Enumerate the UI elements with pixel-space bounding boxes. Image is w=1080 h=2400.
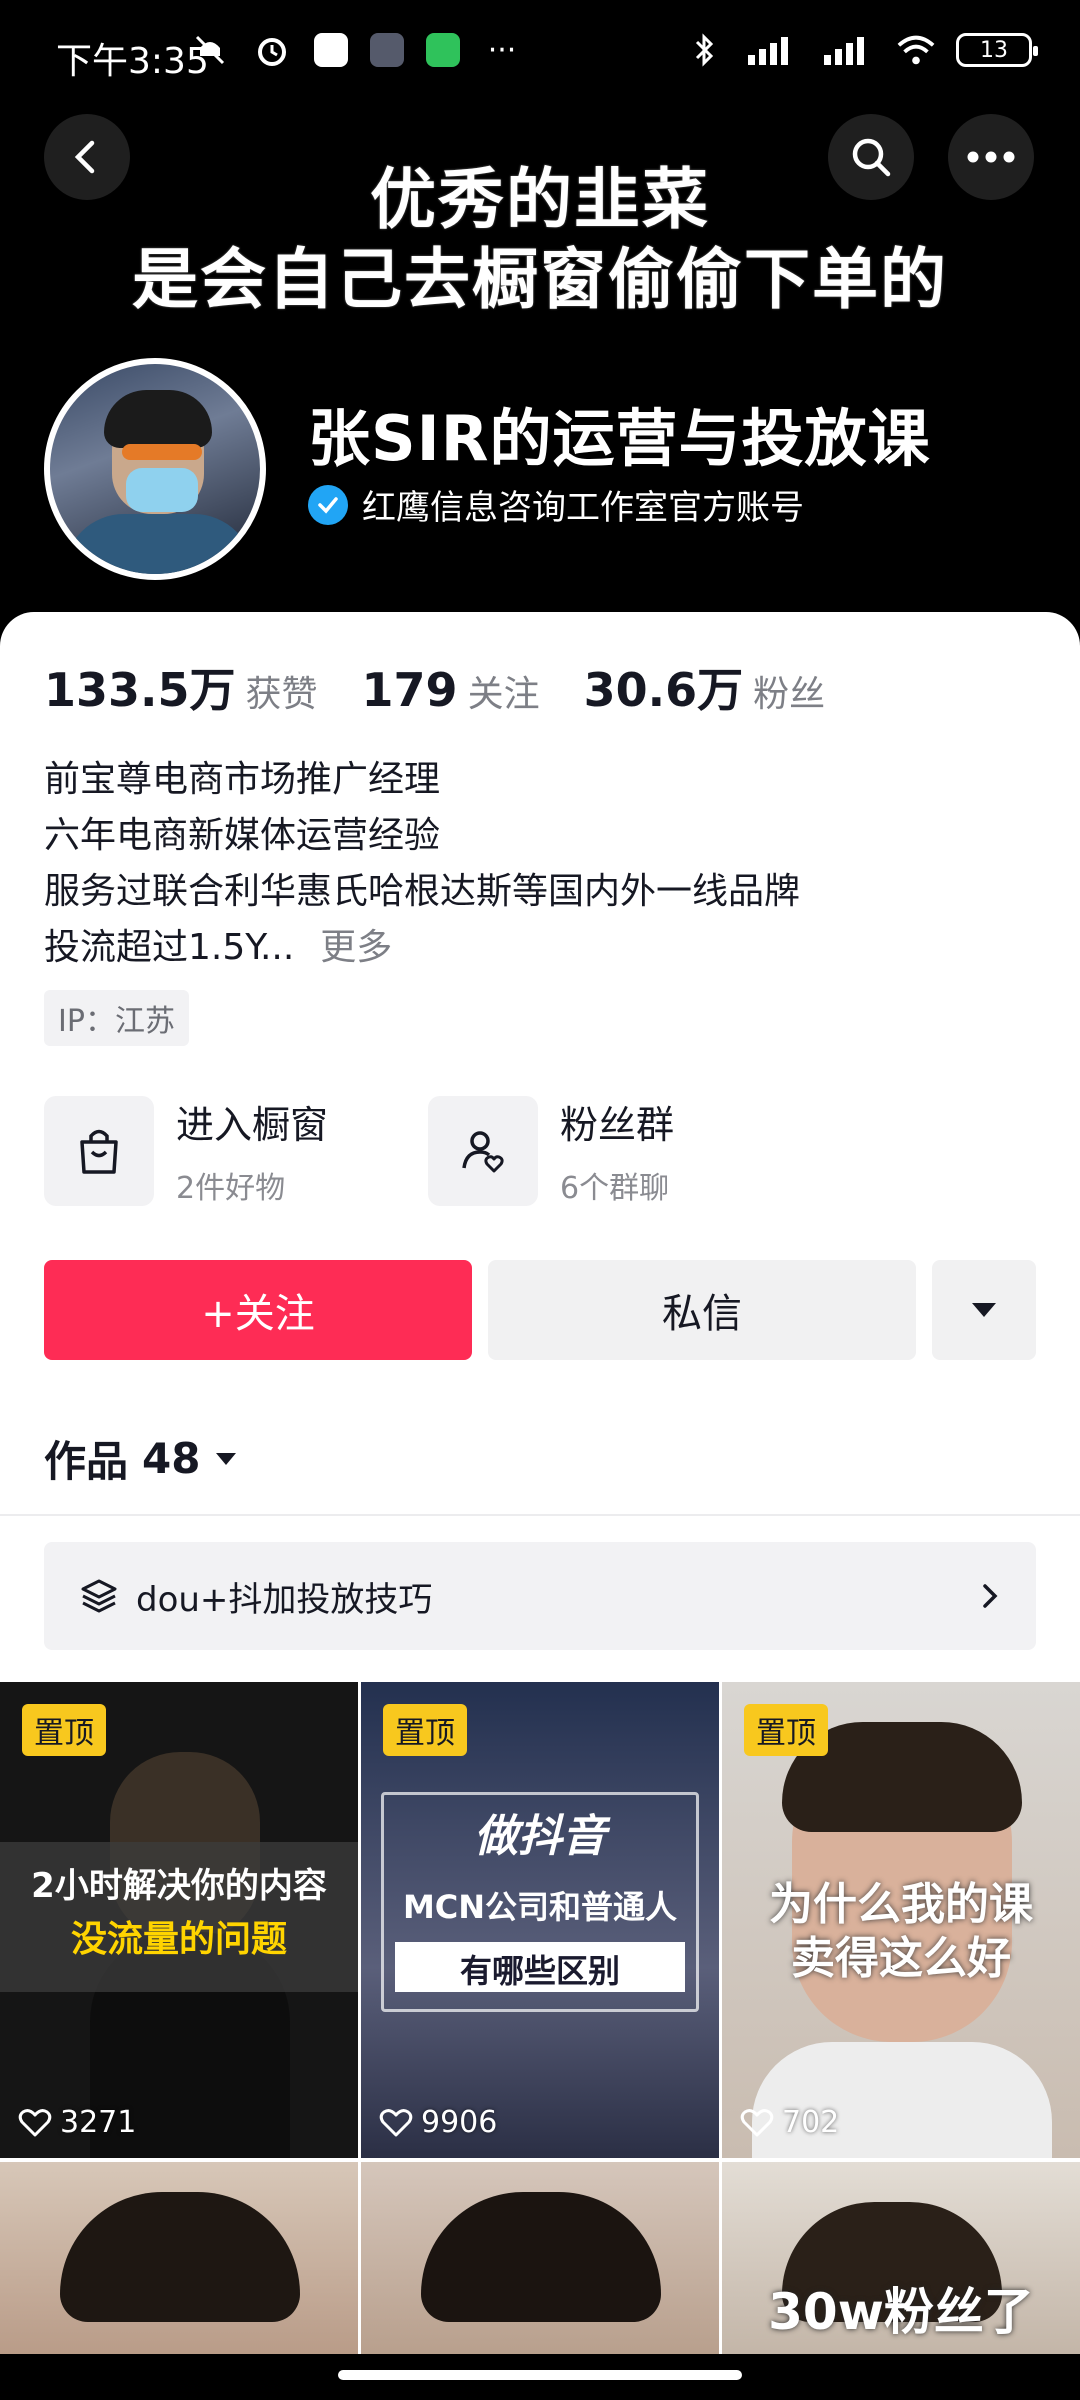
shop-window-title: 进入橱窗 xyxy=(176,1103,329,1147)
fan-group-title: 粉丝群 xyxy=(560,1103,675,1147)
collection-label: dou+抖加投放技巧 xyxy=(136,1579,433,1620)
fan-group-icon xyxy=(428,1095,538,1206)
alarm-icon xyxy=(252,30,292,70)
more-notifications-icon: ··· xyxy=(487,32,517,68)
video-caption: MCN公司和普通人 xyxy=(402,1888,678,1926)
profile-name: 张SIR的运营与投放课 xyxy=(308,402,931,475)
video-caption: 没流量的问题 xyxy=(70,1919,287,1960)
pinned-badge: 置顶 xyxy=(22,1704,106,1756)
video-tile[interactable] xyxy=(0,2162,358,2362)
wifi-icon xyxy=(896,30,936,70)
heart-icon xyxy=(379,2108,413,2136)
mute-icon xyxy=(190,30,230,70)
status-bar: 下午3:35 ··· 13 xyxy=(0,0,1080,110)
video-tile[interactable]: 做抖音 MCN公司和普通人 有哪些区别 置顶 9906 xyxy=(361,1682,719,2158)
video-caption: 2小时解决你的内容 xyxy=(31,1866,327,1906)
heart-icon xyxy=(18,2108,52,2136)
bio-last-line: 投流超过1.5Y... xyxy=(44,927,295,968)
battery-icon: 13 xyxy=(956,33,1038,67)
followers-label[interactable]: 粉丝 xyxy=(753,665,825,717)
likes-count[interactable]: 133.5万 xyxy=(44,654,236,720)
fan-group-entry[interactable]: 粉丝群 6个群聊 xyxy=(428,1094,674,1207)
video-tile[interactable]: 30w粉丝了 xyxy=(722,2162,1080,2362)
notification-icons: ··· xyxy=(190,30,522,70)
cover-line-1: 优秀的韭菜 xyxy=(370,161,710,238)
works-count: 48 xyxy=(142,1434,201,1483)
ip-location-tag: IP：江苏 xyxy=(44,990,189,1046)
home-indicator[interactable] xyxy=(338,2370,742,2380)
profile-banner: 优秀的韭菜 是会自己去橱窗偷偷下单的 张SIR的运营与投放课 红鹰信息咨询工作室… xyxy=(0,110,1080,620)
bluetooth-icon xyxy=(684,30,724,70)
pinned-badge: 置顶 xyxy=(383,1704,467,1756)
verified-check-icon xyxy=(308,484,348,525)
video-tile[interactable] xyxy=(361,2162,719,2362)
app-notification-icon xyxy=(370,33,404,67)
like-count-text: 9906 xyxy=(421,2105,498,2140)
status-time: 下午3:35 xyxy=(56,41,209,82)
bio: 前宝尊电商市场推广经理 六年电商新媒体运营经验 服务过联合利华惠氏哈根达斯等国内… xyxy=(44,752,800,976)
shop-window-entry[interactable]: 进入橱窗 2件好物 xyxy=(44,1094,328,1207)
like-count: 3271 xyxy=(18,2105,136,2140)
app-notification-icon xyxy=(314,33,348,67)
follow-button[interactable]: +关注 xyxy=(44,1260,472,1360)
video-caption: 卖得这么好 xyxy=(791,1933,1011,1984)
works-label: 作品 xyxy=(44,1437,129,1486)
caret-down-icon xyxy=(216,1452,237,1465)
message-button[interactable]: 私信 xyxy=(488,1260,916,1360)
shop-window-subtitle: 2件好物 xyxy=(176,1171,286,1206)
signal-icon xyxy=(744,30,800,70)
followers-count[interactable]: 30.6万 xyxy=(584,654,744,720)
wechat-icon xyxy=(426,33,460,67)
video-tile[interactable]: 2小时解决你的内容 没流量的问题 置顶 3271 xyxy=(0,1682,358,2158)
bio-more-link[interactable]: 更多 xyxy=(320,927,392,968)
caret-down-icon xyxy=(972,1303,996,1317)
collection-entry[interactable]: dou+抖加投放技巧 xyxy=(44,1542,1036,1650)
following-count[interactable]: 179 xyxy=(362,663,458,717)
profile-content: 133.5万 获赞 179 关注 30.6万 粉丝 前宝尊电商市场推广经理 六年… xyxy=(0,612,1080,2400)
profile-cover-text: 优秀的韭菜 是会自己去橱窗偷偷下单的 xyxy=(0,160,1080,320)
shopping-bag-icon xyxy=(44,1095,154,1206)
likes-label[interactable]: 获赞 xyxy=(246,665,318,717)
heart-icon xyxy=(740,2108,774,2136)
video-caption: 做抖音 xyxy=(474,1811,606,1862)
following-label[interactable]: 关注 xyxy=(468,665,540,717)
avatar[interactable] xyxy=(44,358,266,580)
layers-icon xyxy=(81,1579,117,1613)
verified-text: 红鹰信息咨询工作室官方账号 xyxy=(362,488,804,528)
video-caption: 有哪些区别 xyxy=(459,1952,620,1990)
more-actions-button[interactable] xyxy=(932,1260,1036,1360)
bio-line: 投流超过1.5Y... 更多 xyxy=(44,920,800,976)
like-count: 702 xyxy=(740,2105,839,2140)
signal-icon xyxy=(820,30,876,70)
fan-group-subtitle: 6个群聊 xyxy=(560,1171,670,1206)
verified-label: 红鹰信息咨询工作室官方账号 xyxy=(308,480,804,529)
bio-line: 六年电商新媒体运营经验 xyxy=(44,815,441,856)
like-count: 9906 xyxy=(379,2105,497,2140)
like-count-text: 3271 xyxy=(60,2105,137,2140)
bio-line: 服务过联合利华惠氏哈根达斯等国内外一线品牌 xyxy=(44,871,801,912)
divider xyxy=(0,1514,1080,1516)
tab-works[interactable]: 作品 48 xyxy=(44,1428,238,1489)
chevron-right-icon xyxy=(983,1584,998,1608)
system-icons: 13 xyxy=(684,30,1038,70)
video-tile[interactable]: 为什么我的课 卖得这么好 置顶 702 xyxy=(722,1682,1080,2158)
pinned-badge: 置顶 xyxy=(744,1704,828,1756)
like-count-text: 702 xyxy=(782,2105,840,2140)
cover-line-2: 是会自己去橱窗偷偷下单的 xyxy=(132,241,948,318)
stats-row: 133.5万 获赞 179 关注 30.6万 粉丝 xyxy=(44,654,869,720)
video-caption: 30w粉丝了 xyxy=(768,2283,1034,2341)
bio-line: 前宝尊电商市场推广经理 xyxy=(44,759,441,800)
